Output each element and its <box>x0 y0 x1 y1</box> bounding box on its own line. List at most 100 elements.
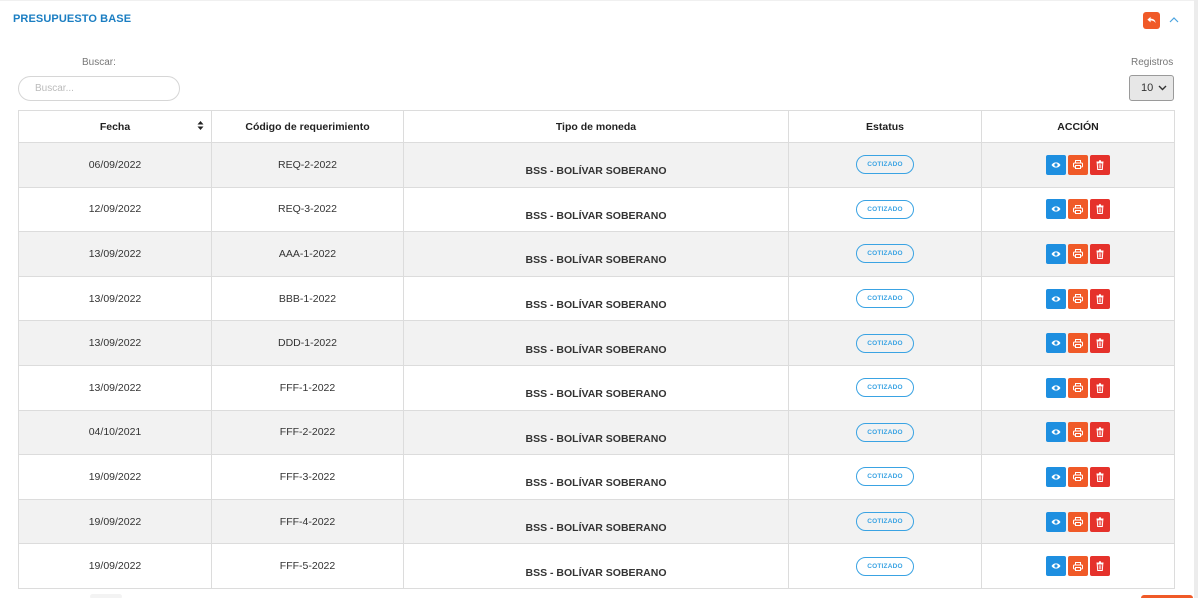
delete-button[interactable] <box>1090 466 1110 487</box>
table-row: 04/10/2021 FFF-2-2022 BSS - BOLÍVAR SOBERA… <box>18 409 1175 456</box>
view-button[interactable] <box>1046 511 1066 532</box>
header-codigo: Código de requerimiento <box>211 110 404 143</box>
eye-icon <box>1051 206 1061 213</box>
row-actions <box>982 333 1174 354</box>
view-button[interactable] <box>1046 154 1066 175</box>
cell-estatus: COTIZADO <box>788 186 982 233</box>
eye-icon <box>1051 295 1061 302</box>
scrollbar-track[interactable] <box>1194 0 1198 598</box>
cell-fecha: 12/09/2022 <box>18 186 212 233</box>
chevron-up-icon <box>1169 17 1179 23</box>
cell-fecha: 13/09/2022 <box>18 364 212 411</box>
view-button[interactable] <box>1046 466 1066 487</box>
cell-moneda: BSS - BOLÍVAR SOBERANO <box>403 364 789 411</box>
eye-icon <box>1051 518 1061 525</box>
delete-button[interactable] <box>1090 377 1110 398</box>
cell-moneda: BSS - BOLÍVAR SOBERANO <box>403 320 789 366</box>
panel-title: PRESUPUESTO BASE <box>13 13 132 25</box>
status-badge: COTIZADO <box>856 199 914 219</box>
delete-button[interactable] <box>1090 556 1110 577</box>
view-button[interactable] <box>1046 288 1066 309</box>
search-input[interactable] <box>18 76 180 101</box>
cell-estatus: COTIZADO <box>788 543 982 589</box>
delete-button[interactable] <box>1090 288 1110 309</box>
cell-fecha: 13/09/2022 <box>18 275 212 322</box>
eye-icon <box>1051 385 1061 391</box>
delete-button[interactable] <box>1090 422 1110 443</box>
view-button[interactable] <box>1046 422 1066 443</box>
collapse-button[interactable] <box>1167 13 1181 27</box>
table-row: 13/09/2022 FFF-1-2022 BSS - BOLÍVAR SOBERA… <box>18 364 1175 411</box>
print-button[interactable] <box>1068 333 1088 354</box>
print-icon <box>1073 517 1083 527</box>
status-badge: COTIZADO <box>856 467 914 487</box>
cell-estatus: COTIZADO <box>788 275 982 322</box>
table-body: 06/09/2022 REQ-2-2022 BSS - BOLÍVAR SOBERA… <box>18 142 1175 589</box>
cell-accion <box>981 498 1175 545</box>
table-row: 19/09/2022 FFF-3-2022 BSS - BOLÍVAR SOBERA… <box>18 454 1175 500</box>
cell-codigo: REQ-2-2022 <box>211 142 404 188</box>
print-button[interactable] <box>1068 466 1088 487</box>
row-actions <box>982 243 1174 264</box>
sort-icon[interactable] <box>197 120 204 131</box>
registros-select[interactable]: 10 <box>1129 75 1174 101</box>
eye-icon <box>1051 340 1061 346</box>
cell-accion <box>981 275 1175 322</box>
delete-button[interactable] <box>1090 199 1110 220</box>
view-button[interactable] <box>1046 243 1066 264</box>
cell-fecha: 19/09/2022 <box>18 454 212 500</box>
cell-accion <box>981 231 1175 277</box>
print-button[interactable] <box>1068 243 1088 264</box>
cell-codigo: FFF-1-2022 <box>211 364 404 411</box>
eye-icon <box>1051 563 1061 569</box>
row-actions <box>982 422 1174 443</box>
print-icon <box>1073 294 1083 304</box>
cell-codigo: FFF-4-2022 <box>211 498 404 545</box>
trash-icon <box>1096 427 1104 438</box>
print-button[interactable] <box>1068 377 1088 398</box>
row-actions <box>982 199 1174 220</box>
view-button[interactable] <box>1046 199 1066 220</box>
cell-codigo: BBB-1-2022 <box>211 275 404 322</box>
row-actions <box>982 511 1174 532</box>
row-actions <box>982 288 1174 309</box>
cell-moneda: BSS - BOLÍVAR SOBERANO <box>403 142 789 188</box>
view-button[interactable] <box>1046 333 1066 354</box>
eye-icon <box>1051 162 1061 168</box>
cell-codigo: FFF-2-2022 <box>211 409 404 456</box>
print-button[interactable] <box>1068 422 1088 443</box>
table-row: 13/09/2022 BBB-1-2022 BSS - BOLÍVAR SOBERA… <box>18 275 1175 322</box>
registros-value: 10 <box>1141 82 1154 94</box>
table-row: 13/09/2022 DDD-1-2022 BSS - BOLÍVAR SOBERA… <box>18 320 1175 366</box>
table-row: 12/09/2022 REQ-3-2022 BSS - BOLÍVAR SOBERA… <box>18 186 1175 233</box>
row-actions <box>982 556 1174 577</box>
cell-accion <box>981 142 1175 188</box>
status-badge: COTIZADO <box>856 333 914 353</box>
print-icon <box>1073 249 1083 259</box>
view-button[interactable] <box>1046 377 1066 398</box>
cell-moneda: BSS - BOLÍVAR SOBERANO <box>403 275 789 322</box>
print-button[interactable] <box>1068 199 1088 220</box>
cell-moneda: BSS - BOLÍVAR SOBERANO <box>403 454 789 500</box>
print-button[interactable] <box>1068 556 1088 577</box>
delete-button[interactable] <box>1090 243 1110 264</box>
print-button[interactable] <box>1068 511 1088 532</box>
delete-button[interactable] <box>1090 333 1110 354</box>
header-fecha[interactable]: Fecha <box>18 110 212 143</box>
back-button[interactable] <box>1143 12 1160 29</box>
row-actions <box>982 154 1174 175</box>
cell-fecha: 13/09/2022 <box>18 231 212 277</box>
cell-fecha: 19/09/2022 <box>18 543 212 589</box>
delete-button[interactable] <box>1090 154 1110 175</box>
print-button[interactable] <box>1068 154 1088 175</box>
eye-icon <box>1051 429 1061 435</box>
delete-button[interactable] <box>1090 511 1110 532</box>
cell-estatus: COTIZADO <box>788 364 982 411</box>
cell-fecha: 19/09/2022 <box>18 498 212 545</box>
print-button[interactable] <box>1068 288 1088 309</box>
status-badge: COTIZADO <box>856 289 914 309</box>
trash-icon <box>1096 383 1104 393</box>
view-button[interactable] <box>1046 556 1066 577</box>
print-icon <box>1073 338 1083 348</box>
trash-icon <box>1096 249 1104 259</box>
